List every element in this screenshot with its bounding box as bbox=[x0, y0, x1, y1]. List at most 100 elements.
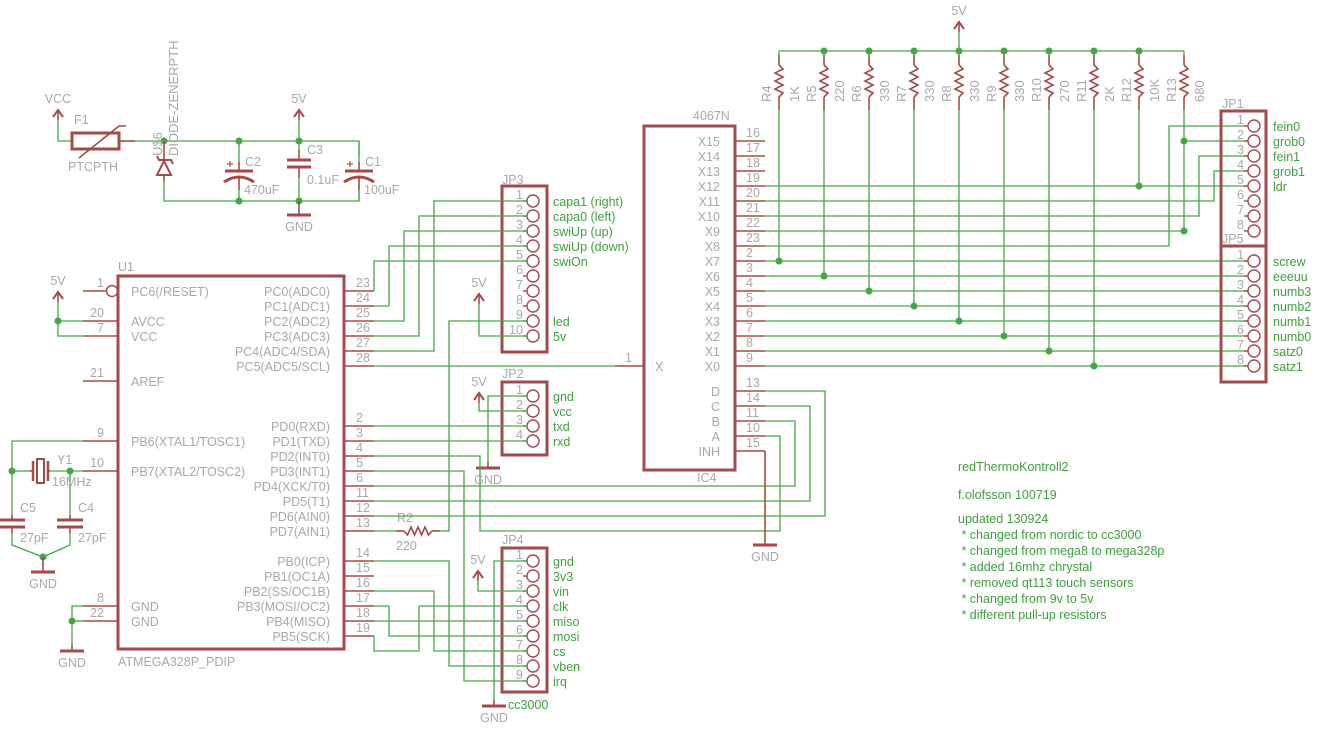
net-label: numb3 bbox=[1273, 285, 1311, 299]
project-title: redThermoKontroll2 bbox=[958, 460, 1069, 474]
pin-label: X13 bbox=[698, 165, 720, 179]
label: 0.1uF bbox=[307, 173, 339, 187]
pin-number: 4 bbox=[516, 428, 523, 442]
resistor-symbol bbox=[863, 64, 875, 98]
net-label: mosi bbox=[553, 630, 579, 644]
net-label: clk bbox=[553, 600, 569, 614]
label: U$6 bbox=[150, 132, 165, 156]
net-label: swiOn bbox=[553, 255, 588, 269]
pin-label: PD0(RXD) bbox=[271, 420, 330, 434]
pin-label: X8 bbox=[705, 240, 720, 254]
net-label: numb1 bbox=[1273, 315, 1311, 329]
pin-label: X6 bbox=[705, 270, 720, 284]
pin-label: PD7(AIN1) bbox=[270, 525, 330, 539]
net-label: irq bbox=[553, 675, 567, 689]
pin-number: 11 bbox=[356, 486, 369, 500]
pin-socket-icon bbox=[526, 329, 540, 343]
pin-number: 7 bbox=[746, 321, 753, 335]
pin-socket-icon bbox=[1247, 359, 1261, 373]
label: 4067N bbox=[693, 109, 730, 123]
ground-label: GND bbox=[480, 711, 508, 725]
resistor-ref: R4 bbox=[759, 85, 774, 102]
pin-label: X10 bbox=[698, 210, 720, 224]
pin-number: 21 bbox=[746, 201, 760, 215]
pin-number: 12 bbox=[356, 501, 370, 515]
pin-number: 4 bbox=[516, 233, 523, 247]
pin-label: VCC bbox=[131, 330, 157, 344]
pin-number: 1 bbox=[97, 276, 104, 290]
pin-socket-icon bbox=[526, 389, 540, 403]
pin-label: PB7(XTAL2/TOSC2) bbox=[131, 465, 245, 479]
pin-number: 5 bbox=[516, 608, 523, 622]
net-label: swiUp (up) bbox=[553, 225, 613, 239]
pin-socket-icon bbox=[1247, 254, 1261, 268]
label: JP4 bbox=[502, 533, 524, 547]
label: JP3 bbox=[502, 173, 524, 187]
crystal-icon bbox=[36, 458, 45, 484]
changelog-item: * changed from mega8 to mega328p bbox=[958, 544, 1164, 558]
pin-number: 3 bbox=[516, 413, 523, 427]
resistor-symbol bbox=[1043, 64, 1055, 98]
resistor-ref: R12 bbox=[1119, 78, 1134, 102]
net-label: 3v3 bbox=[553, 570, 573, 584]
pin-socket-icon bbox=[1247, 119, 1261, 133]
pin-number: 3 bbox=[516, 218, 523, 232]
resistor-ref: R8 bbox=[939, 85, 954, 102]
pin-label: X bbox=[655, 360, 664, 374]
pin-number: 4 bbox=[1237, 158, 1244, 172]
supply-label: 5V bbox=[951, 4, 967, 18]
pin-label: GND bbox=[131, 615, 159, 629]
pin-socket-icon bbox=[1247, 179, 1261, 193]
pin-number: 5 bbox=[1237, 308, 1244, 322]
resistor-ref: R11 bbox=[1074, 79, 1089, 102]
label: 100uF bbox=[364, 183, 400, 197]
resistor-ref: R5 bbox=[804, 85, 819, 102]
label: ATMEGA328P_PDIP bbox=[118, 655, 235, 669]
label: 27pF bbox=[20, 531, 49, 545]
wire bbox=[57, 302, 83, 337]
pin-number: 13 bbox=[746, 376, 760, 390]
label: DIODE-ZENERPTH bbox=[166, 40, 181, 156]
pin-socket-icon bbox=[1247, 299, 1261, 313]
pin-socket-icon bbox=[526, 434, 540, 448]
pin-socket-icon bbox=[526, 209, 540, 223]
schematic-sheet: VCCF1PTCPTHU$6 DIODE-ZENERPTHC2470uFC1100… bbox=[0, 4, 1311, 725]
pin-number: 7 bbox=[516, 638, 523, 652]
resistor-value: 330 bbox=[922, 80, 937, 102]
pin-number: 5 bbox=[746, 291, 753, 305]
pin-number: 10 bbox=[746, 421, 760, 435]
pin-label: X14 bbox=[698, 150, 720, 164]
pin-number: 7 bbox=[1237, 338, 1244, 352]
pin-number: 8 bbox=[1237, 353, 1244, 367]
junction-dot bbox=[865, 47, 873, 55]
pin-number: 22 bbox=[746, 216, 760, 230]
ic4-body bbox=[642, 124, 737, 472]
junction-dot bbox=[1180, 137, 1188, 145]
pin-socket-icon bbox=[1247, 149, 1261, 163]
pin-number: 5 bbox=[516, 248, 523, 262]
resistor-ref: R9 bbox=[984, 85, 999, 102]
pin-number: 6 bbox=[1237, 188, 1244, 202]
net-label: cs bbox=[553, 645, 566, 659]
resistor-value: 330 bbox=[1012, 80, 1027, 102]
pin-socket-icon bbox=[526, 194, 540, 208]
pin-number: 14 bbox=[746, 391, 760, 405]
pin-label: A bbox=[712, 430, 721, 444]
net-label: grob0 bbox=[1273, 135, 1305, 149]
pin-label: AREF bbox=[131, 375, 165, 389]
label: C5 bbox=[20, 501, 36, 515]
net-label: miso bbox=[553, 615, 579, 629]
pin-number: 25 bbox=[356, 306, 370, 320]
pin-label: INH bbox=[698, 445, 720, 459]
pin-socket-icon bbox=[526, 614, 540, 628]
supply-label: 5V bbox=[50, 274, 66, 288]
pin-number: 4 bbox=[1237, 293, 1244, 307]
ground-label: GND bbox=[751, 550, 779, 564]
pin-number: 19 bbox=[746, 171, 760, 185]
pin-label: X5 bbox=[705, 285, 720, 299]
pin-number: 19 bbox=[356, 621, 370, 635]
pin-number: 20 bbox=[90, 306, 104, 320]
resistor-ref: R7 bbox=[894, 85, 909, 102]
pin-number: 1 bbox=[516, 188, 523, 202]
label: PTCPTH bbox=[68, 160, 118, 174]
